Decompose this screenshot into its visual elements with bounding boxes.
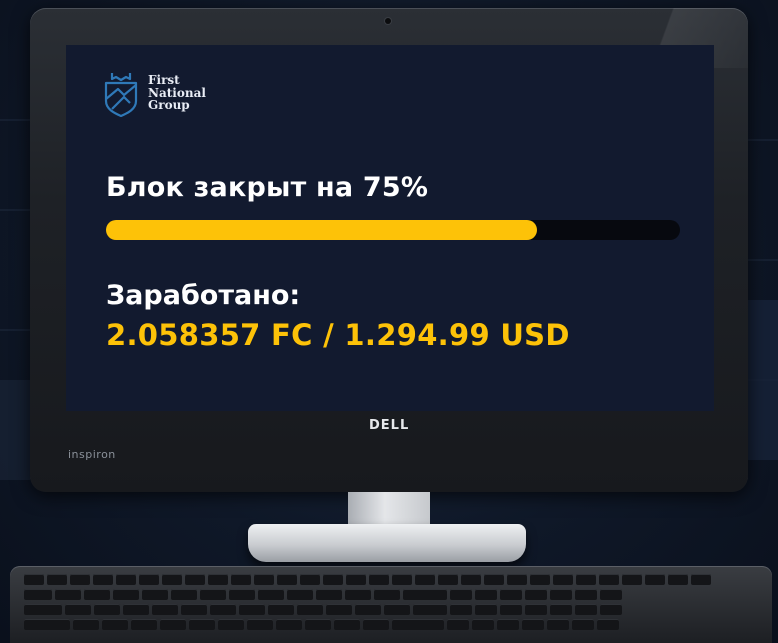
keyboard-row	[24, 619, 619, 630]
model-label: inspiron	[68, 448, 116, 461]
monitor-stand-base	[248, 524, 526, 562]
crown-shield-icon	[104, 73, 138, 117]
webcam-icon	[385, 18, 391, 24]
earned-label: Заработано:	[106, 280, 301, 311]
block-status-title: Блок закрыт на 75%	[106, 172, 429, 203]
progress-bar	[106, 220, 680, 240]
screen: First National Group Блок закрыт на 75% …	[66, 45, 714, 411]
monitor: First National Group Блок закрыт на 75% …	[30, 8, 748, 492]
keyboard-row	[24, 589, 622, 600]
logo-text: First National Group	[148, 73, 206, 113]
dell-logo: DELL	[369, 418, 410, 433]
company-logo: First National Group	[102, 69, 206, 117]
keyboard-row	[24, 604, 622, 615]
keyboard	[10, 566, 772, 643]
progress-bar-fill	[106, 220, 537, 240]
earned-value: 2.058357 FC / 1.294.99 USD	[106, 318, 570, 352]
keyboard-row	[24, 574, 711, 585]
